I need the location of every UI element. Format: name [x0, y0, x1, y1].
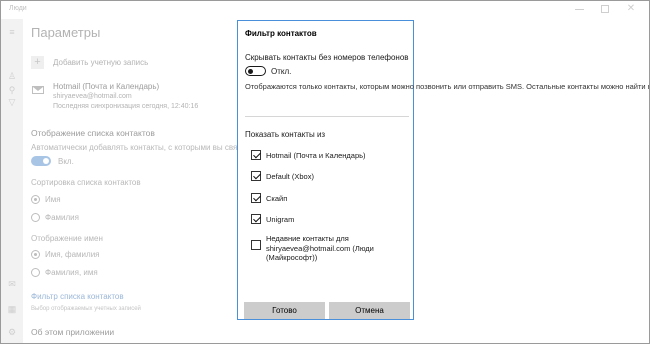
contact-filter-link[interactable]: Фильтр списка контактов — [31, 292, 124, 301]
name-display-radio-first-last[interactable] — [31, 250, 40, 259]
auto-add-toggle[interactable] — [31, 156, 51, 166]
filter-info-text: Отображаются только контакты, которым мо… — [245, 82, 649, 93]
close-button[interactable]: ✕ — [619, 2, 643, 16]
sort-radio-last-name[interactable] — [31, 213, 40, 222]
auto-add-toggle-state: Вкл. — [58, 157, 74, 166]
page-title: Параметры — [31, 25, 101, 40]
account-email: shiryaevea@hotmail.com — [53, 93, 132, 100]
source-unigram-label: Unigram — [266, 215, 295, 224]
show-contacts-from-label: Показать контакты из — [245, 130, 326, 139]
people-icon[interactable]: ♙ — [7, 71, 17, 81]
source-xbox-checkbox[interactable] — [251, 171, 261, 181]
source-xbox-label: Default (Xbox) — [266, 172, 314, 181]
dialog-title: Фильтр контактов — [245, 29, 317, 38]
search-icon[interactable]: ⚲ — [7, 85, 17, 95]
source-hotmail-checkbox[interactable] — [251, 150, 261, 160]
source-skype-label: Скайп — [266, 194, 288, 203]
add-account-link[interactable]: Добавить учетную запись — [53, 58, 148, 67]
account-sync-status: Последняя синхронизация сегодня, 12:40:1… — [53, 103, 199, 110]
hide-no-phone-toggle[interactable] — [245, 66, 266, 76]
minimize-button[interactable] — [567, 2, 591, 16]
source-skype-checkbox[interactable] — [251, 193, 261, 203]
contact-list-section-title: Отображение списка контактов — [31, 128, 155, 138]
hide-no-phone-toggle-state: Откл. — [271, 67, 292, 76]
settings-icon[interactable]: ⚙ — [7, 327, 17, 337]
divider — [245, 116, 409, 117]
account-mail-icon — [32, 86, 44, 94]
name-display-radio-last-first[interactable] — [31, 268, 40, 277]
sort-radio-first-name[interactable] — [31, 195, 40, 204]
contact-filter-dialog: Фильтр контактов Скрывать контакты без н… — [237, 20, 649, 320]
add-icon[interactable]: + — [31, 56, 44, 69]
name-display-option-last-first: Фамилия, имя — [45, 268, 98, 277]
name-display-option-first-last: Имя, фамилия — [45, 250, 100, 259]
source-unigram-checkbox[interactable] — [251, 214, 261, 224]
source-recent-checkbox[interactable] — [251, 240, 261, 250]
app-window: Люди ✕ ≡ ♙ ⚲ ▽ ✉ ▦ ⚙ Параметры + Добавит… — [0, 0, 650, 344]
sort-option-first-name: Имя — [45, 195, 61, 204]
done-button[interactable]: Готово — [244, 302, 325, 319]
filter-icon[interactable]: ▽ — [7, 97, 17, 107]
mail-icon[interactable]: ✉ — [7, 279, 17, 289]
maximize-icon — [601, 5, 609, 13]
contact-filter-caption: Выбор отображаемых учетных записей — [31, 306, 141, 312]
hamburger-icon[interactable]: ≡ — [7, 27, 17, 37]
close-icon: ✕ — [626, 3, 636, 14]
app-title: Люди — [9, 5, 27, 12]
title-bar[interactable]: Люди ✕ — [1, 1, 649, 19]
name-display-label: Отображение имен — [31, 234, 103, 243]
auto-add-label: Автоматически добавлять контакты, с кото… — [31, 143, 256, 152]
sort-option-last-name: Фамилия — [45, 213, 79, 222]
sort-label: Сортировка списка контактов — [31, 178, 141, 187]
hide-no-phone-label: Скрывать контакты без номеров телефонов — [245, 53, 409, 62]
account-name[interactable]: Hotmail (Почта и Календарь) — [53, 82, 159, 91]
toggle-knob — [248, 69, 253, 74]
minimize-icon — [574, 8, 584, 10]
about-section-title[interactable]: Об этом приложении — [31, 327, 114, 337]
cancel-button[interactable]: Отмена — [329, 302, 410, 319]
nav-rail: ≡ ♙ ⚲ ▽ ✉ ▦ ⚙ — [1, 19, 23, 343]
source-hotmail-label: Hotmail (Почта и Календарь) — [266, 151, 366, 160]
source-recent-label: Недавние контакты для shiryaevea@hotmail… — [266, 234, 374, 262]
maximize-button[interactable] — [593, 2, 617, 16]
calendar-icon[interactable]: ▦ — [7, 304, 17, 314]
